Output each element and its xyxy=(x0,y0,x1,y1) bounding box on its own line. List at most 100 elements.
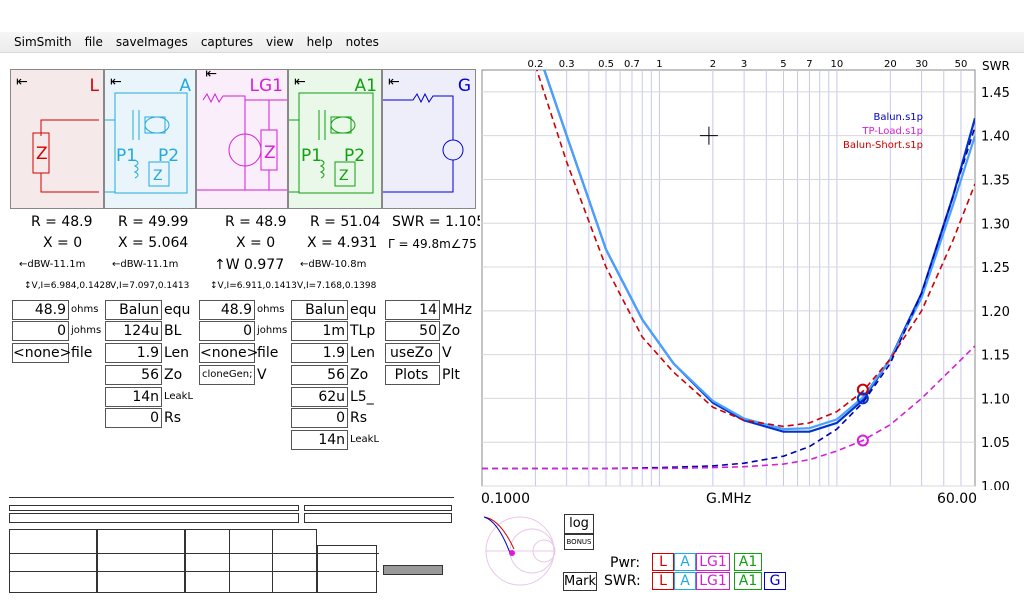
x-tick-label: 0.7 xyxy=(624,59,640,70)
unit-label: Rs xyxy=(350,410,368,426)
legend-balun: Balun.s1p xyxy=(873,112,923,123)
x-tick-label: 0.3 xyxy=(559,59,575,70)
x-axis-end: 60.00 xyxy=(937,491,978,507)
swr-toggle-g[interactable]: G xyxy=(764,572,786,590)
a-rs-field[interactable]: 0 xyxy=(105,408,162,428)
load-vi: ↕V,I=6.984,0.1428 xyxy=(24,281,111,291)
smith-chart-thumbnail[interactable] xyxy=(480,509,560,591)
generator-plots-field[interactable]: Plots xyxy=(385,365,440,385)
lg1-resistance: R = 48.9 xyxy=(225,214,287,230)
block-lg1[interactable]: ⇤ LG1 Z xyxy=(196,66,288,209)
pwr-toggle-a1[interactable]: A1 xyxy=(734,553,762,571)
x-tick-label: 0.2 xyxy=(527,59,543,70)
a-power: ←dBW-11.1m xyxy=(112,259,179,270)
svg-text:Z: Z xyxy=(153,168,163,184)
y-tick-label: 1.45 xyxy=(981,86,1010,101)
menu-notes[interactable]: notes xyxy=(346,35,379,49)
bonus-button[interactable]: BONUS xyxy=(564,534,594,550)
generator-gamma: Γ = 49.8m∠75 xyxy=(388,237,477,251)
a-equ-field[interactable]: Balun 1 xyxy=(105,300,162,336)
a1-equ-field[interactable]: Balun 2 xyxy=(291,300,348,336)
a1-vi: V,I=7.168,0.1398 xyxy=(297,281,377,291)
x-tick-label: 5 xyxy=(780,59,786,70)
pwr-label: Pwr: xyxy=(610,555,641,571)
unit-label: V xyxy=(257,367,267,383)
generator-load-icon: Z xyxy=(197,92,287,191)
unit-label: file xyxy=(71,345,93,361)
x-tick-label: 30 xyxy=(915,59,928,70)
swr-toggle-a1[interactable]: A1 xyxy=(734,572,762,590)
generator-zo-field[interactable]: 50 xyxy=(385,321,440,341)
svg-text:P1: P1 xyxy=(301,146,322,166)
a1-tlp-field[interactable]: 1m xyxy=(291,321,348,341)
unit-label: Len xyxy=(350,345,376,361)
lg1-reactance: X = 0 xyxy=(236,235,276,251)
unit-label: file xyxy=(257,345,279,361)
a1-leakl-field[interactable]: 14n xyxy=(291,430,348,450)
pwr-toggle-lg1[interactable]: LG1 xyxy=(696,553,730,571)
generator-freq-field[interactable]: 14 xyxy=(385,300,440,320)
log-button[interactable]: log xyxy=(564,514,594,534)
a1-l5-field[interactable]: 62u xyxy=(291,387,348,407)
menu-simsmith[interactable]: SimSmith xyxy=(14,35,72,49)
block-a1[interactable]: ⇤ A1 P1 P2 Z xyxy=(288,69,382,209)
pwr-toggle-l[interactable]: L xyxy=(652,553,674,571)
unit-label: TLp xyxy=(350,323,376,339)
a-bl-field[interactable]: 124u xyxy=(105,321,162,341)
swr-toggle-a[interactable]: A xyxy=(674,572,696,590)
x-tick-label: 3 xyxy=(741,59,747,70)
a1-zo-field[interactable]: 56 xyxy=(291,365,348,385)
lg1-file-field[interactable]: <none> xyxy=(199,343,258,363)
y-tick-label: 1.15 xyxy=(981,349,1010,364)
menu-file[interactable]: file xyxy=(85,35,103,49)
x-axis-start: 0.1000 xyxy=(481,491,530,507)
legend-balun-short: Balun-Short.s1p xyxy=(843,140,923,151)
a1-rs-field[interactable]: 0 xyxy=(291,408,348,428)
lg1-ohms-field[interactable]: 48.9 xyxy=(199,300,255,320)
unit-label: Zo xyxy=(164,367,183,383)
lg1-johms-field[interactable]: 0 xyxy=(199,321,255,341)
unit-label: johms xyxy=(257,325,288,336)
unit-label: equ xyxy=(350,302,377,318)
load-impedance-icon: Z xyxy=(32,119,99,193)
menu-view[interactable]: view xyxy=(266,35,294,49)
unit-label: LeakL xyxy=(350,434,380,445)
menu-saveimages[interactable]: saveImages xyxy=(116,35,188,49)
a-leakl-field[interactable]: 14n xyxy=(105,387,162,407)
unit-label: ohms xyxy=(257,304,285,315)
generator-v-field[interactable]: useZo xyxy=(385,343,440,363)
unit-label: johms xyxy=(71,325,102,336)
y-tick-label: 1.00 xyxy=(981,480,1010,490)
pwr-toggle-a[interactable]: A xyxy=(674,553,696,571)
menu-captures[interactable]: captures xyxy=(201,35,253,49)
menu-bar: SimSmith file saveImages captures view h… xyxy=(0,32,1024,53)
x-tick-label: 1 xyxy=(656,59,662,70)
unit-label: BL xyxy=(164,323,182,339)
swr-toggle-lg1[interactable]: LG1 xyxy=(696,572,730,590)
y-tick-label: 1.25 xyxy=(981,261,1010,276)
load-johms-field[interactable]: 0 xyxy=(12,321,69,341)
menu-help[interactable]: help xyxy=(307,35,333,49)
block-generator[interactable]: ⇤ G xyxy=(382,69,476,209)
y-tick-label: 1.20 xyxy=(981,305,1010,320)
mark-button[interactable]: Mark xyxy=(563,572,597,591)
a-zo-field[interactable]: 56 xyxy=(105,365,162,385)
swr-chart[interactable]: 1.45 1.40 1.35 1.30 1.25 1.20 1.15 1.10 1.05 1.00… xyxy=(480,56,1020,490)
circuit-thumbnails[interactable] xyxy=(9,495,459,595)
generator-swr: SWR = 1.105 xyxy=(392,214,486,230)
block-a[interactable]: ⇤ A P1 P2 Z xyxy=(104,69,196,209)
lg1-v-field[interactable]: cloneGen; xyxy=(199,365,255,385)
swr-toggle-l[interactable]: L xyxy=(652,572,674,590)
a1-power: ←dBW-10.8m xyxy=(300,259,367,270)
a1-len-field[interactable]: 1.9 xyxy=(291,343,348,363)
load-file-field[interactable]: <none> xyxy=(12,343,71,363)
load-reactance: X = 0 xyxy=(43,235,83,251)
x-tick-label: 50 xyxy=(955,59,968,70)
block-load[interactable]: ⇤ L Z xyxy=(10,69,104,209)
load-power: ←dBW-11.1m xyxy=(19,259,86,270)
a-len-field[interactable]: 1.9 xyxy=(105,343,162,363)
load-ohms-field[interactable]: 48.9 xyxy=(12,300,69,320)
unit-label: equ xyxy=(164,302,191,318)
lg1-power: ↑W 0.977 xyxy=(214,257,285,273)
unit-label: Zo xyxy=(350,367,369,383)
